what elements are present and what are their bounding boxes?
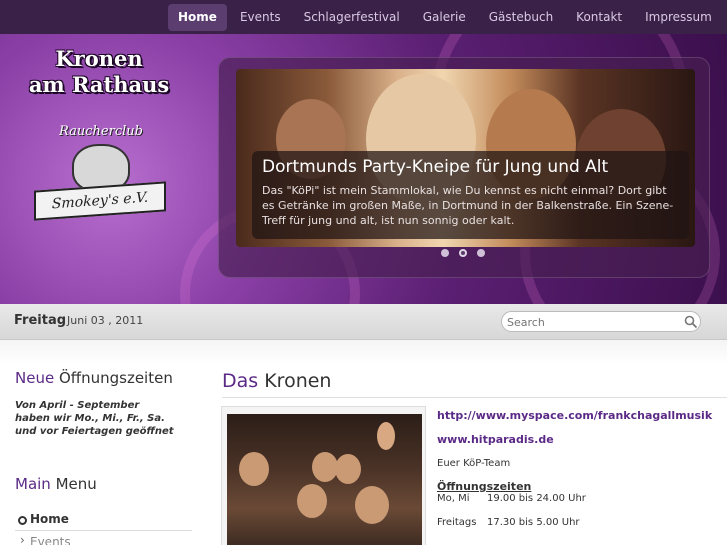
nav-item-kontakt[interactable]: Kontakt — [566, 4, 632, 31]
main-menu-heading: Main Menu — [15, 475, 97, 493]
photo-hand — [377, 422, 395, 450]
nav-item-gaestebuch[interactable]: Gästebuch — [479, 4, 563, 31]
badge-club-text: Raucherclub — [59, 124, 143, 139]
hours-row-time: 19.00 bis 24.00 Uhr — [487, 493, 586, 504]
header-banner: Kronen am Rathaus Raucherclub Smokey's e… — [0, 34, 727, 304]
hours-row-days: Freitags — [437, 517, 477, 528]
main-menu: Home Events — [15, 508, 192, 545]
slider-dot-1[interactable] — [441, 249, 449, 257]
top-navigation-bar: Home Events Schlagerfestival Galerie Gäs… — [0, 0, 727, 34]
club-badge-logo: Raucherclub Smokey's e.V. — [28, 124, 170, 228]
search-icon[interactable] — [684, 315, 698, 329]
badge-name-text: Smokey's e.V. — [34, 181, 166, 221]
search-box — [501, 311, 701, 332]
opening-hours-subheading: Öffnungszeiten — [437, 480, 532, 493]
slide-text: Das "KöPi" ist mein Stammlokal, wie Du k… — [262, 184, 674, 227]
nav-item-impressum[interactable]: Impressum — [635, 4, 722, 31]
slide-title: Dortmunds Party-Kneipe für Jung und Alt — [262, 157, 609, 177]
opening-hours-note: Von April - September haben wir Mo., Mi.… — [15, 399, 195, 438]
title-rest: Kronen — [258, 370, 332, 392]
nav-item-events[interactable]: Events — [230, 4, 291, 31]
opening-hours-heading: Neue Öffnungszeiten — [15, 369, 173, 387]
article-photo-frame — [221, 406, 426, 545]
nav-item-galerie[interactable]: Galerie — [413, 4, 476, 31]
page-title: Das Kronen — [222, 370, 331, 392]
photo-person — [297, 484, 327, 518]
team-signature: Euer KöP-Team — [437, 458, 511, 469]
site-logo[interactable]: Kronen am Rathaus — [14, 46, 184, 98]
article-photo[interactable] — [227, 414, 422, 545]
menu-item-events[interactable]: Events — [15, 531, 192, 545]
nav-item-schlagerfestival[interactable]: Schlagerfestival — [294, 4, 410, 31]
date-search-bar: Freitag Juni 03 , 2011 — [0, 304, 727, 340]
heading-rest: Menu — [50, 475, 97, 493]
current-day: Freitag — [14, 313, 67, 328]
title-divider — [222, 397, 727, 398]
main-nav: Home Events Schlagerfestival Galerie Gäs… — [168, 4, 725, 31]
hours-note-line: und vor Feiertagen geöffnet — [15, 426, 174, 437]
title-accent: Das — [222, 370, 259, 392]
heading-rest: Öffnungszeiten — [54, 369, 173, 387]
logo-line-2: am Rathaus — [28, 72, 170, 97]
logo-line-1: Kronen — [55, 46, 143, 71]
hours-note-line: Von April - September — [15, 400, 140, 411]
photo-person — [355, 486, 389, 524]
heading-accent: Neue — [15, 369, 55, 387]
heading-accent: Main — [15, 475, 51, 493]
slider-dot-3[interactable] — [477, 249, 485, 257]
menu-item-home[interactable]: Home — [15, 508, 192, 531]
image-slider: Dortmunds Party-Kneipe für Jung und Alt … — [218, 57, 710, 278]
hours-row-days: Mo, Mi — [437, 493, 470, 504]
nav-item-home[interactable]: Home — [168, 4, 227, 31]
photo-person — [239, 452, 269, 486]
current-date: Juni 03 , 2011 — [67, 314, 144, 327]
slider-pagination — [441, 249, 495, 257]
hours-row-time: 17.30 bis 5.00 Uhr — [487, 517, 580, 528]
divider-band — [0, 340, 727, 364]
photo-person — [335, 454, 361, 484]
search-input[interactable] — [507, 314, 677, 330]
slide-caption: Dortmunds Party-Kneipe für Jung und Alt … — [252, 151, 689, 239]
hitparadis-link[interactable]: www.hitparadis.de — [437, 433, 554, 446]
myspace-link[interactable]: http://www.myspace.com/frankchagallmusik — [437, 409, 712, 422]
hours-note-line: haben wir Mo., Mi., Fr., Sa. — [15, 413, 165, 424]
slide-image[interactable]: Dortmunds Party-Kneipe für Jung und Alt … — [236, 69, 695, 247]
slider-dot-2[interactable] — [459, 249, 467, 257]
